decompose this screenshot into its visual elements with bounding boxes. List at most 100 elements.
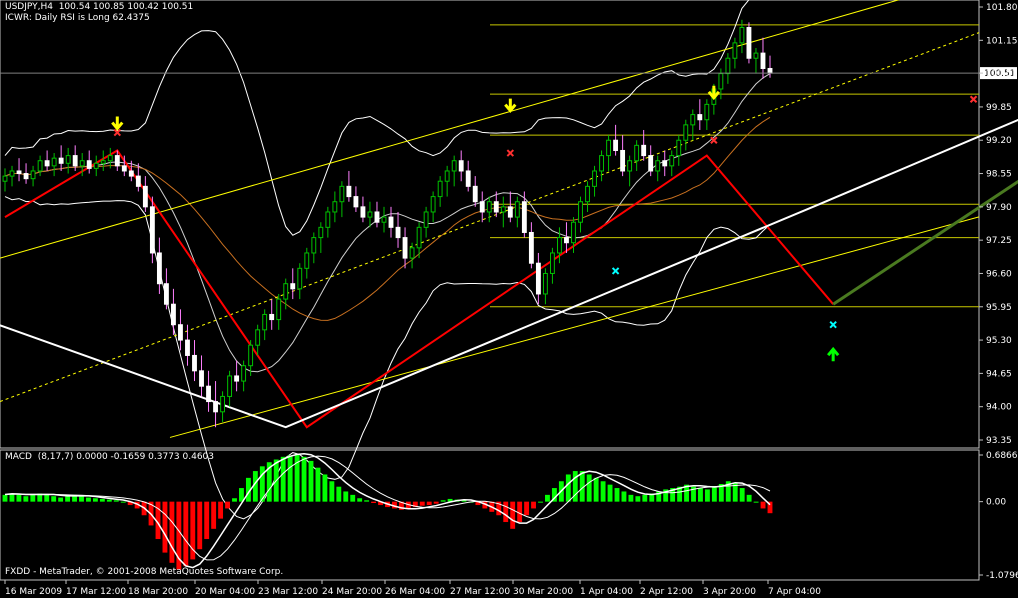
x-tick-label: 30 Mar 20:00 <box>513 587 573 597</box>
candle-body <box>648 155 654 172</box>
candle-body <box>760 52 766 69</box>
candle-body <box>493 201 499 213</box>
x-tick-label: 18 Mar 20:00 <box>128 587 188 597</box>
candle-body <box>255 329 261 346</box>
candle-body <box>234 375 240 382</box>
candle-body <box>206 385 211 403</box>
x-tick-label: 3 Apr 20:00 <box>703 587 756 597</box>
candle-body <box>290 283 296 290</box>
candle-body <box>697 114 703 121</box>
x-tick-label: 26 Mar 04:00 <box>385 587 445 597</box>
macd-histogram-bar <box>753 501 759 503</box>
candle-body <box>507 206 513 218</box>
macd-histogram-bar <box>593 477 599 502</box>
candle-body <box>746 26 752 59</box>
candle-body <box>332 201 338 213</box>
candle-body <box>669 155 675 167</box>
macd-histogram-bar <box>600 481 606 502</box>
candle-body <box>437 180 443 198</box>
candle-body <box>23 173 29 180</box>
candle-body <box>500 206 506 213</box>
candle-body <box>297 267 303 290</box>
x-tick-label: 16 Mar 2009 <box>5 587 62 597</box>
candle-body <box>374 211 380 223</box>
candle-body <box>220 395 225 413</box>
candle-body <box>16 170 22 175</box>
macd-histogram-bar <box>746 494 752 502</box>
macd-histogram-bar <box>65 496 71 502</box>
footer-copyright: FXDD - MetaTrader, © 2001-2008 MetaQuote… <box>5 567 284 577</box>
macd-label: MACD (8,17,7) 0.0000 -0.1659 0.3773 0.46… <box>5 452 215 462</box>
macd-histogram-bar <box>419 501 425 506</box>
y-tick-label: 101.80 <box>986 3 1018 13</box>
macd-histogram-bar <box>113 500 119 502</box>
macd-histogram-bar <box>565 474 571 502</box>
macd-histogram-bar <box>183 501 189 567</box>
candle-body <box>690 114 696 126</box>
macd-histogram-bar <box>16 494 22 502</box>
candle-body <box>353 196 359 208</box>
macd-histogram-bar <box>2 494 8 502</box>
candle-body <box>248 344 254 367</box>
y-tick-label: 98.55 <box>986 170 1012 180</box>
candle-body <box>599 155 604 172</box>
macd-histogram-bar <box>301 456 307 502</box>
candle-body <box>535 262 541 295</box>
y-tick-label: 95.95 <box>986 303 1012 313</box>
candle-body <box>86 160 92 169</box>
macd-histogram-bar <box>99 498 105 502</box>
macd-histogram-bar <box>79 496 84 502</box>
candle-body <box>178 324 183 341</box>
candle-body <box>72 155 78 167</box>
candle-body <box>227 375 233 397</box>
candle-body <box>325 211 331 228</box>
candle-body <box>557 237 562 254</box>
candle-body <box>44 160 50 167</box>
candle-body <box>767 67 773 74</box>
macd-histogram-bar <box>162 501 168 553</box>
candle-body <box>142 185 148 208</box>
candle-body <box>550 252 555 274</box>
main-chart-frame <box>0 0 980 581</box>
macd-histogram-bar <box>614 488 620 502</box>
macd-histogram-bar <box>524 501 530 516</box>
candle-body <box>528 231 534 264</box>
candle-body <box>107 155 113 162</box>
candle-body <box>465 170 471 187</box>
macd-histogram-bar <box>197 501 203 550</box>
y-tick-label: 99.20 <box>986 136 1012 146</box>
candle-body <box>676 139 682 157</box>
macd-histogram-bar <box>433 501 439 504</box>
candle-body <box>444 170 450 182</box>
candle-body <box>585 185 590 203</box>
candle-body <box>199 370 204 387</box>
macd-histogram-bar <box>503 501 509 523</box>
candle-body <box>346 185 352 198</box>
macd-histogram-bar <box>711 486 717 502</box>
candle-body <box>732 42 738 59</box>
macd-histogram-bar <box>92 498 98 502</box>
macd-histogram-bar <box>704 489 710 502</box>
candle-body <box>192 354 197 372</box>
macd-tick-label: 0.00 <box>986 498 1006 508</box>
candle-body <box>753 52 759 59</box>
candle-body <box>592 170 597 187</box>
macd-histogram-bar <box>371 501 377 504</box>
y-tick-label: 94.00 <box>986 403 1012 413</box>
x-tick-label: 27 Mar 12:00 <box>450 587 510 597</box>
macd-histogram-bar <box>225 501 230 509</box>
candle-body <box>486 201 492 213</box>
x-tick-label: 23 Mar 12:00 <box>258 587 318 597</box>
candle-body <box>620 149 626 172</box>
y-tick-label: 93.35 <box>986 436 1012 446</box>
candle-body <box>269 313 275 321</box>
candle-body <box>416 226 422 249</box>
macd-histogram-bar <box>586 474 592 502</box>
macd-histogram-bar <box>322 474 328 502</box>
macd-histogram-bar <box>23 496 29 502</box>
candle-body <box>367 211 373 218</box>
rsi-indicator-text: ICWR: Daily RSI is Long 62.4375 <box>5 13 150 23</box>
candle-body <box>662 160 668 167</box>
candle-body <box>135 175 141 187</box>
macd-histogram-bar <box>350 494 356 502</box>
